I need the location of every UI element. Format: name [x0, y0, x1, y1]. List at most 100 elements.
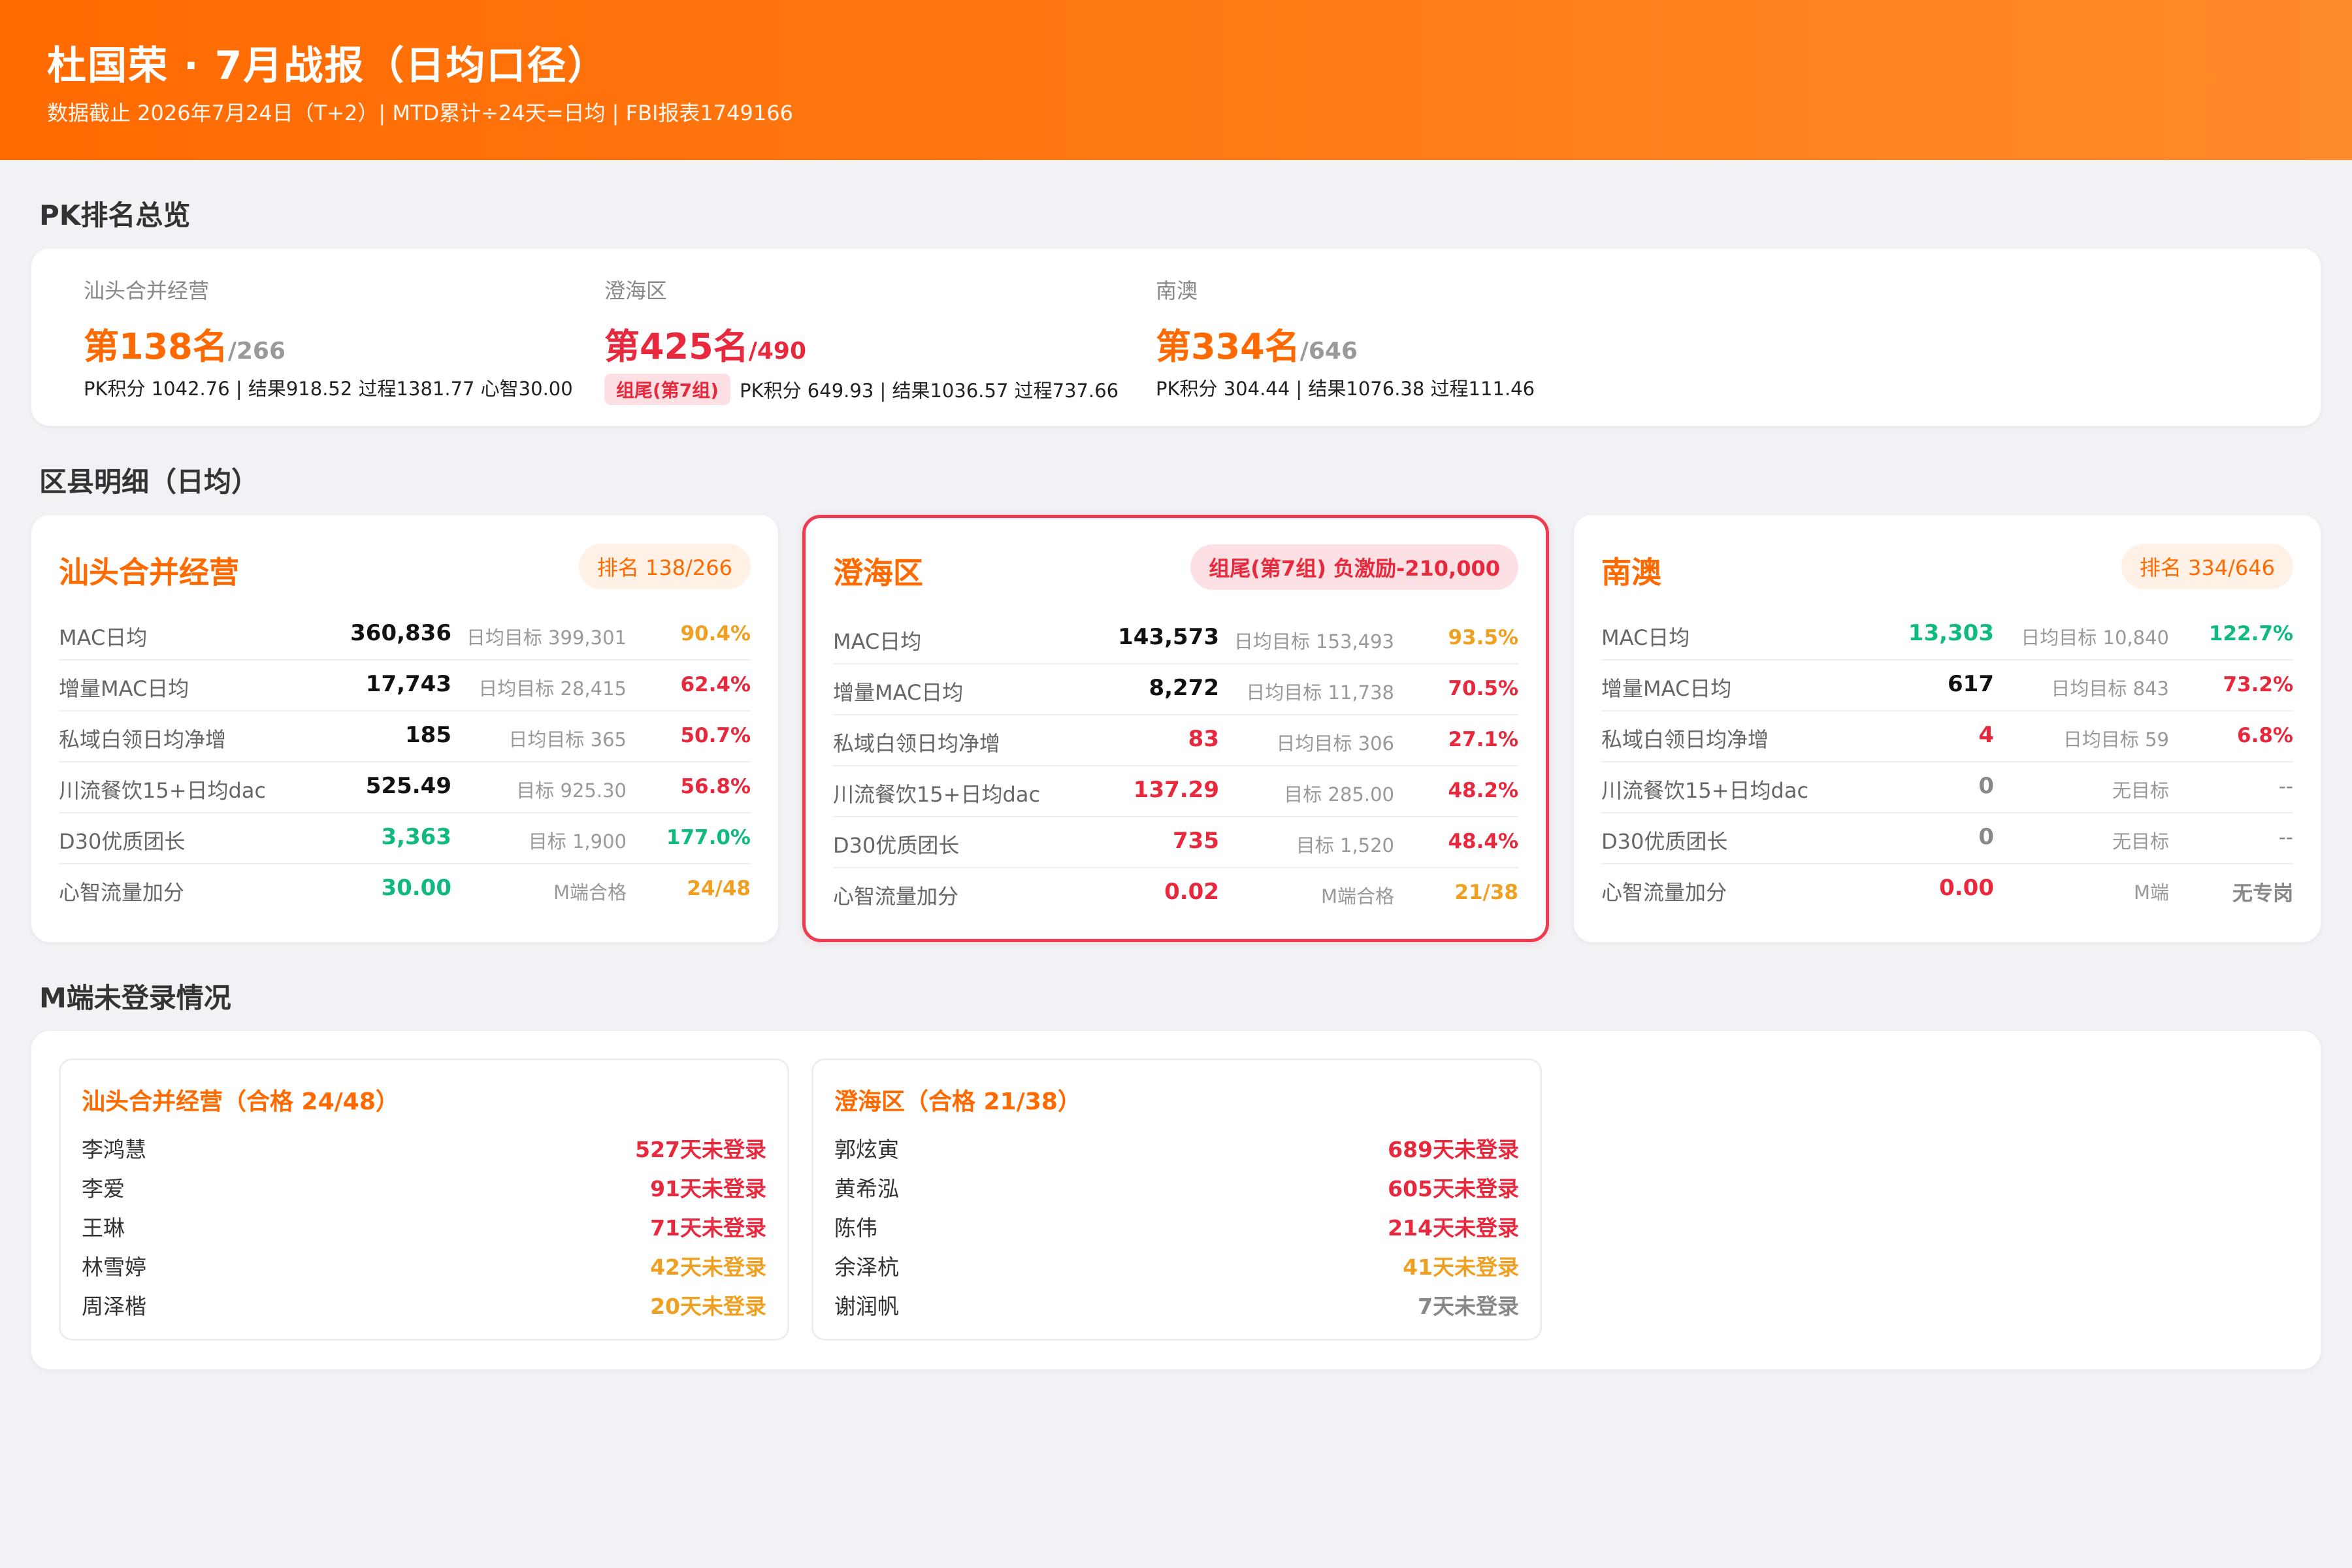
metric-label: D30优质团长 [833, 833, 960, 858]
metric-value: 617 [1948, 671, 1994, 697]
metric-target: 日均目标 306 [1276, 732, 1394, 755]
metric-value: 143,573 [1118, 624, 1219, 650]
metric-value: 0 [1978, 773, 1994, 799]
metric-value: 30.00 [381, 875, 451, 901]
metric-target: 日均目标 59 [2063, 728, 2169, 751]
metric-list: MAC日均 360,836 日均目标 399,301 90.4% 增量MAC日均… [59, 610, 751, 915]
pk-item-chenghai: 澄海区 第425名/490 组尾(第7组) PK积分 649.93 | 结果10… [604, 274, 1119, 405]
metric-completion: 122.7% [2208, 622, 2293, 645]
metric-value: 735 [1173, 828, 1219, 854]
days-not-logged: 7天未登录 [1418, 1294, 1519, 1319]
metric-label: MAC日均 [1601, 625, 1690, 650]
section-title-login: M端未登录情况 [39, 982, 231, 1014]
login-user-row: 周泽楷 20天未登录 [82, 1284, 766, 1323]
metric-completion: 27.1% [1448, 728, 1518, 751]
metric-row-mind: 心智流量加分 30.00 M端合格 24/48 [59, 864, 751, 915]
metric-completion: 56.8% [680, 775, 751, 798]
metric-completion: 48.4% [1448, 830, 1518, 853]
user-name: 余泽杭 [834, 1254, 899, 1280]
pk-score-detail: PK积分 1042.76 | 结果918.52 过程1381.77 心智30.0… [84, 374, 573, 401]
metric-label: 川流餐饮15+日均dac [1601, 778, 1809, 803]
metric-list: MAC日均 13,303 日均目标 10,840 122.7% 增量MAC日均 … [1601, 610, 2293, 915]
metric-completion: 6.8% [2237, 724, 2293, 747]
metric-label: 增量MAC日均 [833, 680, 964, 705]
pk-rank: 第138名/266 [84, 318, 573, 367]
pk-rank-value: 第138名 [84, 326, 228, 367]
days-not-logged: 41天未登录 [1403, 1254, 1519, 1280]
login-user-row: 黄希泓 605天未登录 [834, 1166, 1519, 1205]
user-name: 陈伟 [834, 1215, 877, 1241]
metric-value: 4 [1978, 722, 1994, 748]
user-name: 李鸿慧 [82, 1137, 146, 1162]
metric-target: M端 [2133, 881, 2169, 904]
metric-value: 360,836 [350, 620, 451, 646]
login-user-row: 李鸿慧 527天未登录 [82, 1127, 766, 1166]
metric-completion: 48.2% [1448, 779, 1518, 802]
metric-completion: 70.5% [1448, 677, 1518, 700]
metric-row-private-domain: 私域白领日均净增 4 日均目标 59 6.8% [1601, 711, 2293, 762]
metric-value: 0.02 [1164, 879, 1219, 905]
metric-label: MAC日均 [59, 625, 148, 650]
user-name: 周泽楷 [82, 1294, 146, 1319]
days-not-logged: 42天未登录 [650, 1254, 766, 1280]
login-user-row: 林雪婷 42天未登录 [82, 1245, 766, 1284]
metric-value: 185 [405, 722, 451, 748]
metric-target: 目标 285.00 [1284, 783, 1394, 806]
days-not-logged: 214天未登录 [1388, 1215, 1519, 1241]
metric-row-d30: D30优质团长 0 无目标 -- [1601, 813, 2293, 864]
login-user-row: 王琳 71天未登录 [82, 1205, 766, 1245]
login-panel-shantou: 汕头合并经营（合格 24/48） 李鸿慧 527天未登录 李爱 91天未登录 王… [59, 1058, 789, 1341]
user-name: 黄希泓 [834, 1176, 899, 1201]
pk-district-name: 南澳 [1156, 278, 1198, 303]
metric-completion: 21/38 [1454, 881, 1518, 904]
metric-value: 8,272 [1149, 675, 1219, 701]
metric-completion: 90.4% [680, 622, 751, 645]
metric-completion: -- [2278, 775, 2293, 798]
metric-value: 0.00 [1939, 875, 1994, 901]
district-card-header: 汕头合并经营 排名 138/266 [59, 544, 751, 591]
metric-target: 日均目标 365 [508, 728, 627, 751]
metric-target: 日均目标 153,493 [1233, 630, 1394, 653]
metric-value: 525.49 [365, 773, 451, 799]
district-name: 汕头合并经营 [59, 555, 239, 590]
section-title-district: 区县明细（日均） [39, 466, 259, 498]
days-not-logged: 71天未登录 [650, 1215, 766, 1241]
days-not-logged: 689天未登录 [1388, 1137, 1519, 1162]
rank-badge: 排名 334/646 [2121, 544, 2293, 589]
rank-badge: 排名 138/266 [578, 544, 751, 589]
metric-label: 增量MAC日均 [1601, 676, 1732, 701]
report-title: 杜国荣 · 7月战报（日均口径） [47, 43, 608, 89]
metric-row-incr-mac: 增量MAC日均 617 日均目标 843 73.2% [1601, 661, 2293, 711]
district-name: 澄海区 [833, 555, 923, 591]
days-not-logged: 20天未登录 [650, 1294, 766, 1319]
metric-row-dac: 川流餐饮15+日均dac 137.29 目标 285.00 48.2% [833, 766, 1518, 817]
district-card-nanao: 南澳 排名 334/646 MAC日均 13,303 日均目标 10,840 1… [1574, 515, 2321, 942]
metric-value: 0 [1978, 824, 1994, 850]
user-name: 谢润帆 [834, 1294, 899, 1319]
group-tail-tag: 组尾(第7组) [604, 374, 731, 405]
metric-row-mind: 心智流量加分 0.02 M端合格 21/38 [833, 868, 1518, 919]
metric-list: MAC日均 143,573 日均目标 153,493 93.5% 增量MAC日均… [833, 613, 1518, 919]
metric-row-dac: 川流餐饮15+日均dac 0 无目标 -- [1601, 762, 2293, 813]
user-name: 李爱 [82, 1176, 125, 1201]
days-not-logged: 91天未登录 [650, 1176, 766, 1201]
district-card-chenghai: 澄海区 组尾(第7组) 负激励-210,000 MAC日均 143,573 日均… [802, 515, 1549, 942]
metric-value: 3,363 [381, 824, 451, 850]
report-subtitle: 数据截止 2026年7月24日（T+2）| MTD累计÷24天=日均 | FBI… [47, 101, 793, 125]
pk-rank-total: /646 [1299, 338, 1358, 365]
pk-score-text: PK积分 304.44 | 结果1076.38 过程111.46 [1156, 378, 1535, 400]
metric-row-d30: D30优质团长 735 目标 1,520 48.4% [833, 817, 1518, 868]
metric-completion: 无专岗 [2232, 882, 2293, 906]
pk-rank-total: /266 [227, 338, 286, 365]
metric-target: 日均目标 10,840 [2021, 627, 2169, 649]
metric-value: 137.29 [1133, 777, 1219, 803]
metric-row-incr-mac: 增量MAC日均 17,743 日均目标 28,415 62.4% [59, 661, 751, 711]
district-name: 南澳 [1601, 555, 1661, 590]
metric-completion: -- [2278, 826, 2293, 849]
login-user-row: 郭炫寅 689天未登录 [834, 1127, 1519, 1166]
metric-target: 目标 925.30 [516, 779, 627, 802]
metric-value: 83 [1188, 726, 1219, 752]
metric-target: M端合格 [553, 881, 627, 904]
metric-target: 日均目标 28,415 [478, 678, 627, 700]
metric-target: 无目标 [2112, 830, 2169, 853]
